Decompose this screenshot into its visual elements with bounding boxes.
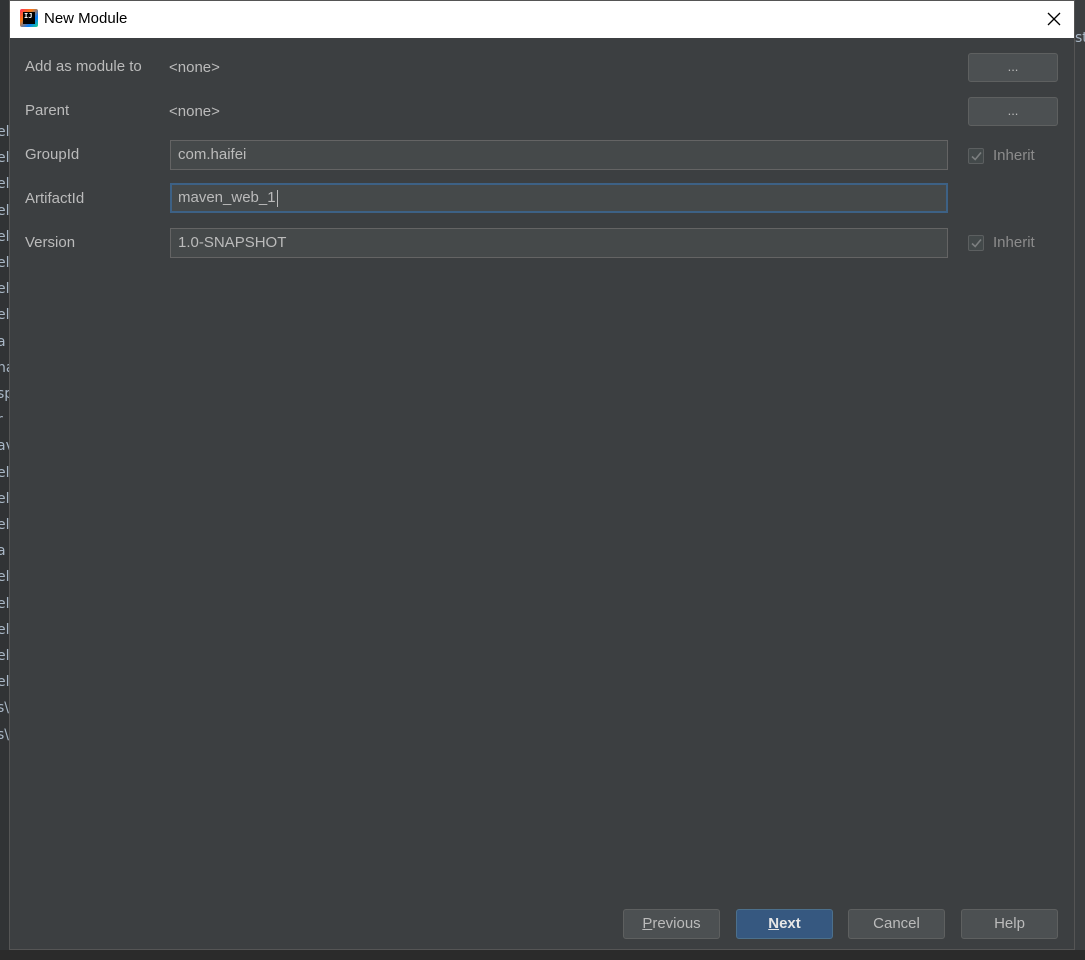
parent-value: <none>: [169, 103, 220, 120]
check-icon: [971, 151, 982, 161]
background-text-fragment: av: [0, 438, 9, 455]
background-text-fragment: el: [0, 176, 9, 193]
background-text-fragment: s\: [0, 726, 9, 743]
group-id-inherit-label: Inherit: [993, 147, 1035, 164]
check-icon: [971, 238, 982, 248]
checkbox-box: [968, 235, 984, 251]
add-as-module-to-browse-button[interactable]: ...: [968, 53, 1058, 82]
dialog-title: New Module: [44, 10, 128, 27]
background-text-fragment: a: [0, 543, 6, 560]
intellij-idea-icon: IJ: [20, 9, 38, 27]
background-text-fragment: el: [0, 464, 9, 481]
background-text-fragment: el: [0, 595, 9, 612]
background-text-fragment: na: [0, 359, 9, 376]
next-label-rest: ext: [779, 915, 801, 932]
help-button[interactable]: Help: [961, 909, 1058, 939]
background-text-fragment: el: [0, 569, 9, 586]
background-text-fragment: el: [0, 490, 9, 507]
text-caret: [276, 189, 278, 207]
artifact-id-label: ArtifactId: [25, 190, 85, 207]
artifact-id-input-value: maven_web_1: [178, 189, 276, 206]
background-text-fragment: el: [0, 228, 9, 245]
background-status-edge: [0, 950, 1085, 960]
version-input[interactable]: 1.0-SNAPSHOT: [170, 228, 948, 258]
checkbox-box: [968, 148, 984, 164]
previous-button[interactable]: Previous: [623, 909, 720, 939]
background-text-fragment: el: [0, 674, 9, 691]
previous-label-rest: revious: [652, 915, 701, 932]
previous-mnemonic: P: [642, 915, 653, 932]
parent-browse-button[interactable]: ...: [968, 97, 1058, 126]
add-as-module-to-value: <none>: [169, 59, 220, 76]
background-text-fragment: el: [0, 307, 9, 324]
background-text-fragment: el: [0, 517, 9, 533]
background-text-fragment: el: [0, 255, 9, 271]
add-as-module-to-label: Add as module to: [25, 58, 142, 75]
background-text-fragment: el: [0, 648, 9, 664]
background-text-fragment: el: [0, 281, 9, 298]
background-text-fragment: st: [1075, 30, 1085, 46]
background-text-fragment: r: [0, 412, 3, 428]
next-button[interactable]: Next: [736, 909, 833, 939]
parent-label: Parent: [25, 102, 70, 119]
background-text-fragment: a: [0, 333, 6, 350]
group-id-label: GroupId: [25, 146, 80, 163]
background-editor-edge: st: [1075, 0, 1085, 960]
background-text-fragment: el: [0, 202, 9, 219]
next-mnemonic: N: [768, 915, 780, 932]
background-text-fragment: el: [0, 621, 9, 638]
artifact-id-input[interactable]: maven_web_1: [170, 183, 948, 213]
background-text-fragment: el: [0, 124, 9, 140]
new-module-dialog: IJ New Module Add as module to <none> ..…: [9, 0, 1075, 950]
version-input-value: 1.0-SNAPSHOT: [178, 234, 287, 251]
group-id-input-value: com.haifei: [178, 146, 247, 163]
group-id-input[interactable]: com.haifei: [170, 140, 948, 170]
cancel-button[interactable]: Cancel: [848, 909, 945, 939]
background-project-tree: el el el el el el el el a na sp r av el el el a el el el el e…: [0, 0, 9, 960]
close-icon: [1047, 12, 1061, 26]
background-text-fragment: el: [0, 150, 9, 167]
close-button[interactable]: [1038, 5, 1070, 33]
background-text-fragment: sp: [0, 386, 9, 402]
title-bar: IJ New Module: [10, 1, 1074, 38]
background-text-fragment: s\: [0, 700, 9, 717]
version-label: Version: [25, 234, 76, 251]
version-inherit-label: Inherit: [993, 234, 1035, 251]
